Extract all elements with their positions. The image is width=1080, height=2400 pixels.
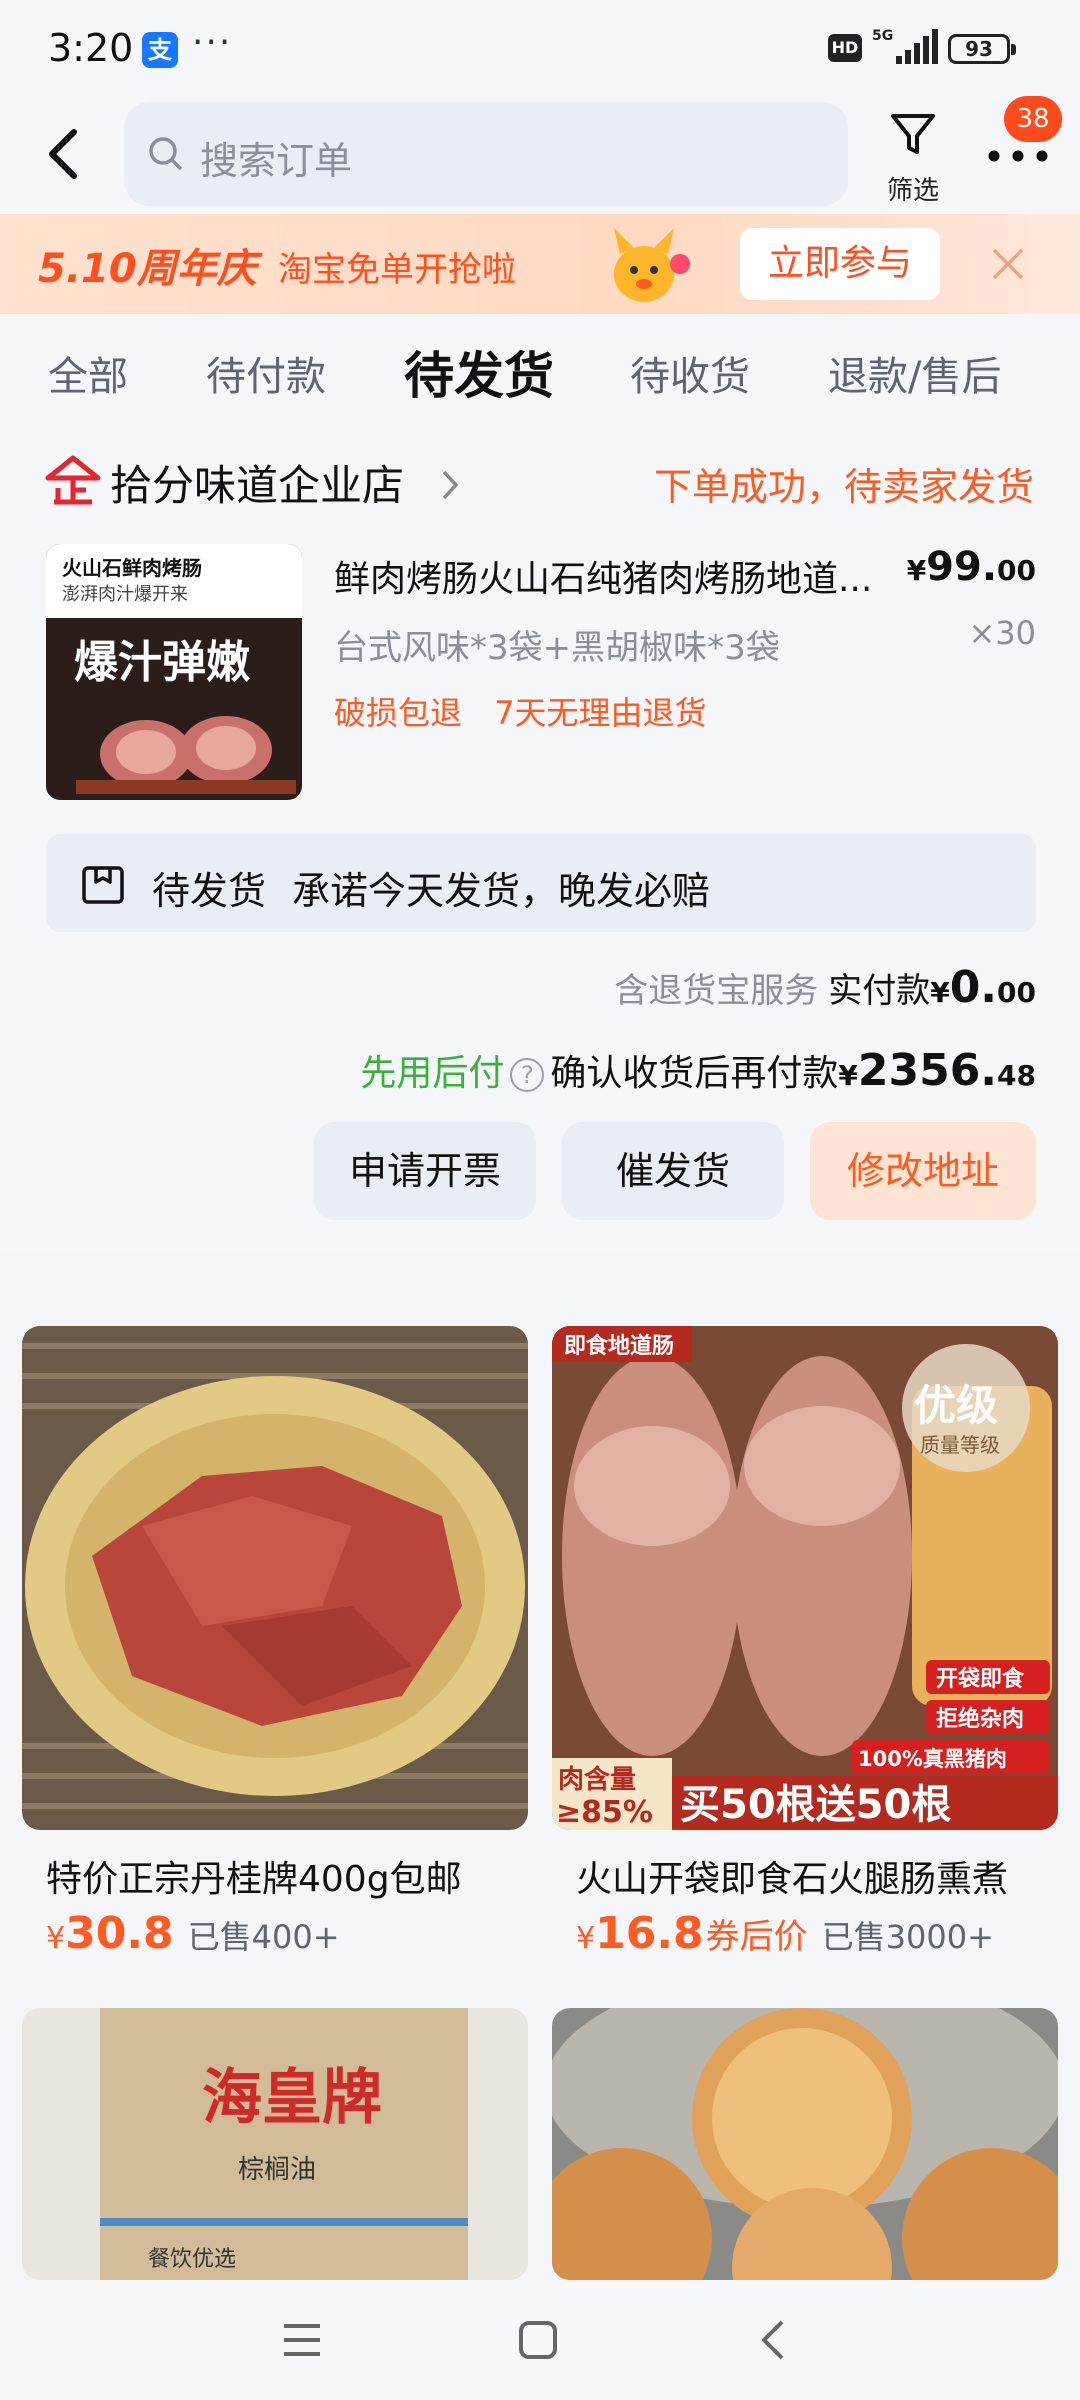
- recommend-card[interactable]: 特价正宗丹桂牌400g包邮 ¥30.8 已售400+: [22, 1326, 528, 1986]
- product-name: 火山开袋即食石火腿肠熏煮: [576, 1859, 1009, 1900]
- product-image: [22, 1326, 528, 1830]
- product-image: 即食地道肠 优级 质量等级 开袋即食 拒绝杂肉 100%真黑猪肉 肉含量 ≥85…: [552, 1326, 1058, 1830]
- service-text: 含退货宝服务: [614, 971, 819, 1011]
- recommend-card[interactable]: [552, 2008, 1058, 2308]
- filter-label: 筛选: [886, 176, 939, 206]
- paid-amount-row: 含退货宝服务 实付款¥0.00: [614, 962, 1036, 1013]
- shop-name[interactable]: 拾分味道企业店: [110, 452, 404, 513]
- pay-later-label: 先用后付: [360, 1053, 505, 1094]
- svg-text:优级: 优级: [914, 1381, 998, 1430]
- product-quantity: ×30: [968, 614, 1036, 652]
- pay-later-text: 确认收货后再付款: [550, 1053, 839, 1094]
- hd-icon: HD: [828, 34, 862, 62]
- urge-shipment-button[interactable]: 催发货: [562, 1122, 784, 1220]
- svg-text:餐饮优选: 餐饮优选: [148, 2247, 236, 2272]
- product-price: ¥99.00: [906, 544, 1036, 590]
- help-icon[interactable]: ?: [510, 1058, 545, 1092]
- svg-text:即食地道肠: 即食地道肠: [564, 1333, 674, 1359]
- signal-icon: 5G: [872, 28, 938, 64]
- product-image: 海皇牌 棕榈油 餐饮优选: [22, 2008, 528, 2280]
- header: 搜索订单 筛选 38: [0, 96, 1080, 214]
- join-button[interactable]: 立即参与: [740, 228, 940, 300]
- tab-pending-shipment[interactable]: 待发货: [404, 336, 554, 408]
- product-price: ¥30.8 已售400+: [46, 1908, 340, 1959]
- guarantee-damage: 破损包退: [334, 694, 463, 732]
- recommend-card[interactable]: 即食地道肠 优级 质量等级 开袋即食 拒绝杂肉 100%真黑猪肉 肉含量 ≥85…: [552, 1326, 1058, 1986]
- svg-text:拒绝杂肉: 拒绝杂肉: [936, 1706, 1024, 1732]
- mascot-icon: [614, 228, 690, 302]
- filter-button[interactable]: 筛选: [876, 104, 950, 206]
- search-icon: [149, 137, 182, 170]
- thumb-big: 爆汁弹嫩: [74, 637, 250, 688]
- product-title[interactable]: 鲜肉烤肠火山石纯猪肉烤肠地道...: [334, 550, 894, 602]
- search-placeholder: 搜索订单: [200, 139, 353, 183]
- order-card: 拾分味道企业店 下单成功，待卖家发货 火山石鲜肉烤肠 澎湃肉汁爆开来 爆汁弹嫩 …: [0, 434, 1080, 1254]
- thumb-line1: 火山石鲜肉烤肠: [56, 550, 208, 583]
- modify-address-button[interactable]: 修改地址: [810, 1122, 1036, 1220]
- tab-all[interactable]: 全部: [48, 344, 128, 402]
- request-invoice-button[interactable]: 申请开票: [314, 1122, 536, 1220]
- svg-text:5G: 5G: [872, 28, 893, 44]
- order-tabs: 全部 待付款 待发货 待收货 退款/售后: [0, 314, 1080, 434]
- guarantee-list: 破损包退 7天无理由退货: [334, 688, 729, 734]
- more-icon[interactable]: [984, 136, 1054, 176]
- order-status: 下单成功，待卖家发货: [653, 465, 1034, 509]
- svg-text:海皇牌: 海皇牌: [202, 2063, 382, 2133]
- product-thumbnail[interactable]: 火山石鲜肉烤肠 澎湃肉汁爆开来 爆汁弹嫩: [46, 544, 302, 800]
- guarantee-return: 7天无理由退货: [494, 694, 707, 732]
- enterprise-shop-icon: [45, 455, 101, 505]
- sausage-image: [76, 716, 296, 794]
- status-bar: 3:20 支 ··· HD 5G 93: [0, 0, 1080, 96]
- shipping-notice[interactable]: 待发货 承诺今天发货，晚发必赔: [46, 834, 1036, 932]
- thumb-line2: 澎湃肉汁爆开来: [56, 580, 194, 606]
- home-icon[interactable]: [516, 2318, 560, 2362]
- more-notifications-icon: ···: [192, 22, 233, 63]
- notice-status: 待发货: [152, 869, 267, 913]
- pay-later-row: 先用后付? 确认收货后再付款¥2356.48: [360, 1044, 1036, 1096]
- close-icon[interactable]: [988, 244, 1028, 284]
- tab-refund[interactable]: 退款/售后: [828, 344, 1001, 402]
- product-spec: 台式风味*3袋+黑胡椒味*3袋: [334, 628, 780, 668]
- product-price: ¥16.8券后价 已售3000+: [576, 1908, 994, 1959]
- back-nav-icon[interactable]: [752, 2318, 796, 2362]
- chevron-right-icon[interactable]: [440, 468, 460, 502]
- tab-pending-payment[interactable]: 待付款: [206, 344, 326, 402]
- back-icon[interactable]: [40, 124, 90, 184]
- paid-amount: ¥0.00: [930, 962, 1036, 1013]
- recommendation-grid: 特价正宗丹桂牌400g包邮 ¥30.8 已售400+ 即食地道肠 优级 质量等级 …: [0, 1270, 1080, 2280]
- svg-text:≥85%: ≥85%: [556, 1795, 653, 1830]
- svg-text:100%真黑猪肉: 100%真黑猪肉: [858, 1747, 1007, 1771]
- pay-later-amount: ¥2356.48: [838, 1045, 1036, 1096]
- promo-banner[interactable]: 5.10周年庆 淘宝免单开抢啦 立即参与: [0, 214, 1080, 314]
- menu-icon[interactable]: [280, 2318, 324, 2362]
- alipay-icon: 支: [142, 32, 178, 68]
- message-badge: 38: [1004, 96, 1062, 142]
- svg-text:开袋即食: 开袋即食: [936, 1666, 1025, 1692]
- promo-text: 淘宝免单开抢啦: [278, 250, 516, 290]
- system-nav-bar: [0, 2280, 1080, 2400]
- svg-text:肉含量: 肉含量: [558, 1764, 636, 1795]
- battery-icon: 93: [948, 34, 1016, 64]
- promo-logo: 5.10周年庆: [38, 246, 257, 292]
- status-time: 3:20: [48, 26, 134, 70]
- svg-text:买50根送50根: 买50根送50根: [680, 1782, 951, 1828]
- product-name: 特价正宗丹桂牌400g包邮: [46, 1859, 462, 1900]
- svg-text:质量等级: 质量等级: [920, 1433, 1000, 1457]
- search-input[interactable]: 搜索订单: [124, 102, 848, 206]
- product-image: [552, 2008, 1058, 2280]
- svg-text:棕榈油: 棕榈油: [238, 2155, 316, 2185]
- notice-text: 承诺今天发货，晚发必赔: [292, 869, 711, 913]
- paid-label: 实付款: [828, 971, 931, 1011]
- filter-icon: [891, 114, 935, 154]
- tab-pending-receipt[interactable]: 待收货: [630, 344, 750, 402]
- recommend-card[interactable]: 海皇牌 棕榈油 餐饮优选: [22, 2008, 528, 2308]
- package-icon: [82, 866, 124, 904]
